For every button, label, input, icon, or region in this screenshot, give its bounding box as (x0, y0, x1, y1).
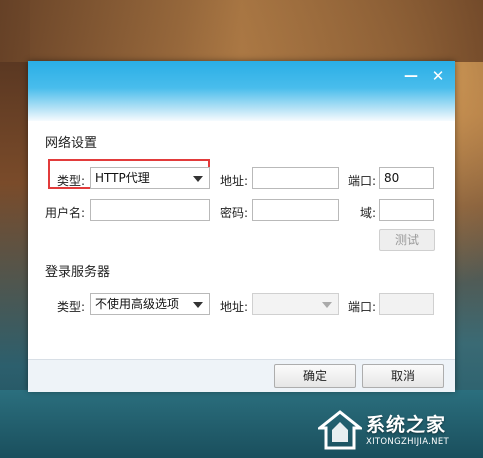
test-button[interactable]: 测试 (379, 229, 435, 251)
dialog-footer: 确定 取消 (28, 359, 455, 392)
proxy-type-label: 类型: (57, 174, 86, 188)
dialog-titlebar: — ✕ (28, 61, 455, 121)
server-type-select[interactable]: 不使用高级选项 (90, 293, 210, 315)
proxy-address-input[interactable] (252, 167, 339, 189)
password-input[interactable] (252, 199, 339, 221)
username-label: 用户名: (45, 206, 86, 220)
chevron-down-icon (193, 176, 203, 182)
username-input[interactable] (90, 199, 210, 221)
server-port-label: 端口: (348, 300, 377, 314)
proxy-port-label: 端口: (348, 174, 377, 188)
proxy-address-label: 地址: (220, 174, 249, 188)
password-label: 密码: (220, 206, 249, 220)
proxy-type-value: HTTP代理 (95, 171, 150, 185)
proxy-port-input[interactable]: 80 (379, 167, 434, 189)
minimize-icon[interactable]: — (400, 66, 422, 86)
watermark-url: XITONGZHIJIA.NET (366, 437, 449, 447)
server-address-select[interactable] (252, 293, 339, 315)
cancel-button[interactable]: 取消 (362, 364, 444, 388)
domain-label: 域: (360, 206, 377, 220)
proxy-settings-dialog: — ✕ 网络设置 类型: HTTP代理 地址: 端口: 80 用户名: 密码: … (28, 61, 455, 392)
server-type-value: 不使用高级选项 (95, 297, 180, 311)
ok-button[interactable]: 确定 (274, 364, 356, 388)
chevron-down-icon (322, 302, 332, 308)
chevron-down-icon (193, 302, 203, 308)
network-settings-title: 网络设置 (45, 136, 98, 151)
watermark-text: 系统之家 (366, 414, 447, 436)
watermark: 系统之家 XITONGZHIJIA.NET (318, 408, 478, 452)
close-icon[interactable]: ✕ (427, 66, 449, 86)
proxy-type-select[interactable]: HTTP代理 (90, 167, 210, 189)
server-type-label: 类型: (57, 300, 86, 314)
house-logo-icon (318, 410, 362, 450)
server-address-label: 地址: (220, 300, 249, 314)
server-port-input[interactable] (379, 293, 434, 315)
background-top (0, 0, 483, 62)
domain-input[interactable] (379, 199, 434, 221)
login-server-title: 登录服务器 (45, 265, 111, 280)
